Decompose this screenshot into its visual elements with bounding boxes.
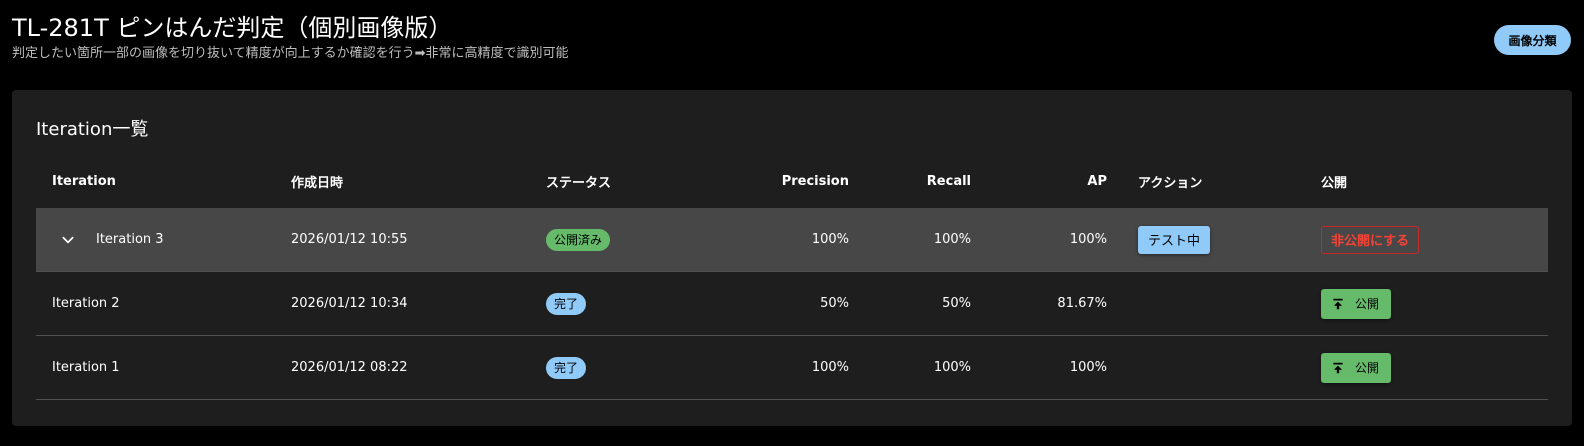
publish-button[interactable]: 公開 — [1321, 288, 1392, 319]
publish-upload-icon — [1331, 361, 1345, 375]
recall-value: 100% — [933, 232, 971, 247]
status-badge: 公開済み — [546, 228, 611, 251]
status-cell: 完了 — [546, 336, 746, 399]
recall-value: 100% — [933, 360, 971, 375]
iteration-name: Iteration 2 — [52, 296, 120, 311]
public-cell: 公開 — [1321, 336, 1521, 399]
status-cell: 完了 — [546, 272, 746, 335]
publish-button[interactable]: 公開 — [1321, 352, 1392, 383]
page-subtitle: 判定したい箇所一部の画像を切り抜いて精度が向上するか確認を行う➡非常に高精度で識… — [12, 46, 569, 61]
status-badge: 完了 — [546, 292, 587, 315]
page-title: TL-281T ピンはんだ判定（個別画像版） — [12, 14, 453, 42]
iteration-name: Iteration 3 — [96, 232, 164, 247]
recall-value: 50% — [942, 296, 971, 311]
publish-button-label: 公開 — [1355, 361, 1380, 375]
card-title: Iteration一覧 — [36, 119, 149, 140]
created-date: 2026/01/12 10:34 — [291, 296, 408, 311]
ap-value: 100% — [1069, 360, 1107, 375]
action-cell — [1138, 272, 1298, 335]
column-header-status: ステータス — [546, 175, 612, 191]
chevron-down-icon[interactable] — [56, 228, 80, 252]
status-cell: 公開済み — [546, 208, 746, 271]
table-row[interactable]: Iteration 3 2026/01/12 10:55 公開済み 100% 1… — [36, 208, 1548, 272]
public-cell: 非公開にする — [1321, 208, 1521, 271]
table-header: Iteration 作成日時 ステータス Precision Recall AP… — [36, 154, 1548, 208]
precision-value: 50% — [820, 296, 849, 311]
publish-button-label: 公開 — [1355, 297, 1380, 311]
publish-upload-icon — [1331, 297, 1345, 311]
column-header-ap: AP — [1087, 173, 1107, 189]
ap-value: 100% — [1069, 232, 1107, 247]
iteration-cell: Iteration 3 — [52, 208, 272, 271]
created-date: 2026/01/12 10:55 — [291, 232, 408, 247]
column-header-public: 公開 — [1321, 175, 1348, 191]
column-header-precision: Precision — [781, 173, 849, 189]
testing-button[interactable]: テスト中 — [1138, 225, 1211, 254]
publish-upload-svg — [1333, 362, 1343, 373]
publish-upload-svg — [1333, 298, 1343, 309]
unpublish-button[interactable]: 非公開にする — [1321, 225, 1420, 254]
iteration-table: Iteration 作成日時 ステータス Precision Recall AP… — [36, 154, 1548, 400]
table-row[interactable]: Iteration 2 2026/01/12 10:34 完了 50% 50% … — [36, 272, 1548, 336]
ap-value: 81.67% — [1057, 296, 1107, 311]
chevron-down-svg — [62, 236, 74, 243]
public-cell: 公開 — [1321, 272, 1521, 335]
action-cell: テスト中 — [1138, 208, 1298, 271]
column-header-created: 作成日時 — [291, 175, 344, 191]
action-cell — [1138, 336, 1298, 399]
created-date: 2026/01/12 08:22 — [291, 360, 408, 375]
precision-value: 100% — [811, 232, 849, 247]
table-row[interactable]: Iteration 1 2026/01/12 08:22 完了 100% 100… — [36, 336, 1548, 400]
precision-value: 100% — [811, 360, 849, 375]
iteration-name: Iteration 1 — [52, 360, 120, 375]
status-badge: 完了 — [546, 356, 587, 379]
iteration-list-card: Iteration一覧 Iteration 作成日時 ステータス Precisi… — [12, 90, 1572, 426]
column-header-action: アクション — [1138, 175, 1203, 191]
image-classification-button[interactable]: 画像分類 — [1494, 25, 1571, 55]
column-header-iteration: Iteration — [52, 173, 116, 189]
column-header-recall: Recall — [926, 173, 971, 189]
page: TL-281T ピンはんだ判定（個別画像版） 判定したい箇所一部の画像を切り抜い… — [0, 0, 1584, 446]
